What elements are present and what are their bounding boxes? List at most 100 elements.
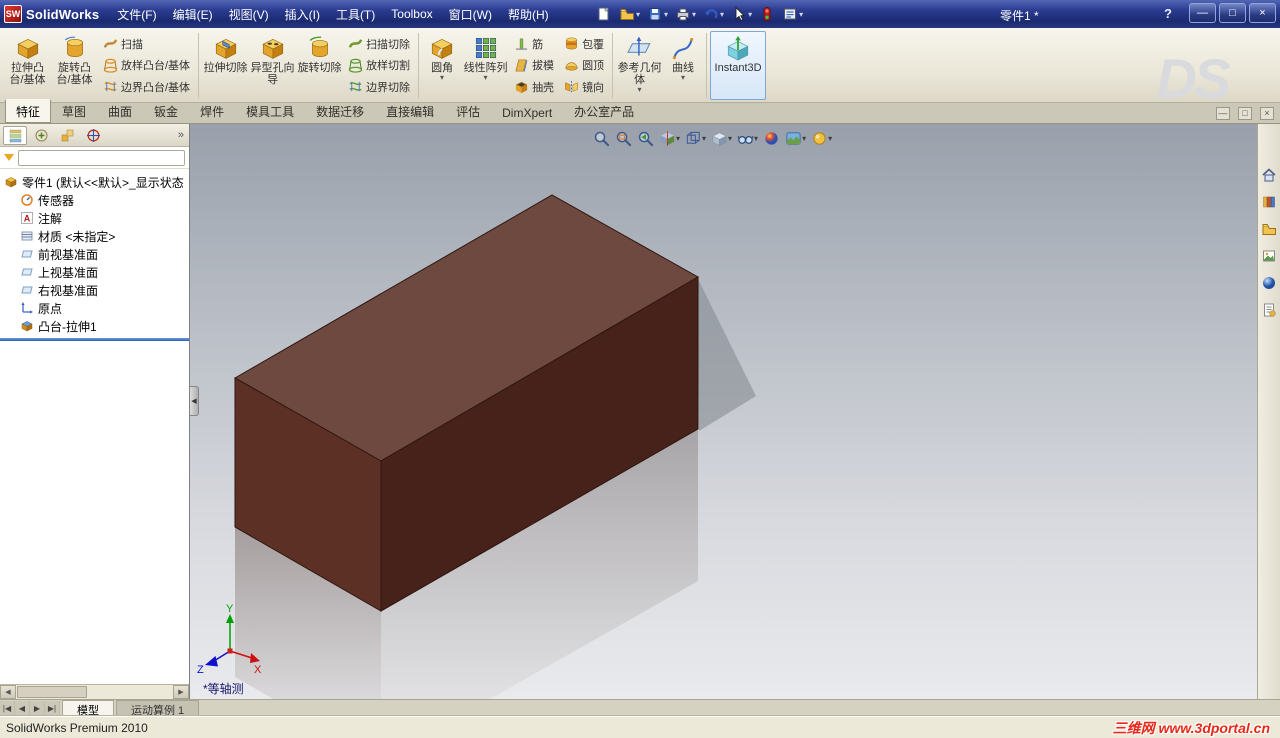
- minimize-button[interactable]: —: [1189, 3, 1216, 23]
- dropdown-caret-icon[interactable]: ▾: [692, 10, 696, 19]
- tab-direct-editing[interactable]: 直接编辑: [375, 99, 445, 123]
- dropdown-caret-icon[interactable]: ▾: [728, 134, 732, 143]
- undo-button[interactable]: ▾: [701, 3, 726, 25]
- model-tab[interactable]: 模型: [62, 700, 114, 717]
- doc-close-button[interactable]: ×: [1260, 107, 1274, 120]
- instant3d-button[interactable]: Instant3D: [710, 31, 767, 100]
- dimxpertmanager-tab[interactable]: [81, 126, 105, 145]
- display-style-button[interactable]: ▾: [710, 129, 733, 148]
- tree-item-right-plane[interactable]: 右视基准面: [0, 281, 189, 299]
- dropdown-caret-icon[interactable]: ▾: [664, 10, 668, 19]
- dropdown-caret-icon[interactable]: ▾: [802, 134, 806, 143]
- boundary-cut-button[interactable]: 边界切除: [343, 77, 415, 96]
- dropdown-caret-icon[interactable]: ▾: [676, 134, 680, 143]
- dropdown-caret-icon[interactable]: ▾: [636, 10, 640, 19]
- tree-item-front-plane[interactable]: 前视基准面: [0, 245, 189, 263]
- tab-sketch[interactable]: 草图: [51, 99, 97, 123]
- tab-office-products[interactable]: 办公室产品: [563, 99, 645, 123]
- dropdown-caret-icon[interactable]: ▾: [799, 10, 803, 19]
- select-button[interactable]: ▾: [729, 3, 754, 25]
- scrollbar-thumb[interactable]: [17, 686, 87, 698]
- previous-view-button[interactable]: [636, 129, 655, 148]
- graphics-viewport[interactable]: Y X Z ▾ ▾ ▾ ▾ ▾ ▾ *等轴测 ◀: [190, 124, 1257, 699]
- next-tab-icon[interactable]: ▶: [30, 701, 45, 716]
- new-document-button[interactable]: [594, 3, 614, 25]
- view-palette-button[interactable]: [1260, 247, 1278, 265]
- propertymanager-tab[interactable]: [29, 126, 53, 145]
- view-settings-button[interactable]: ▾: [810, 129, 833, 148]
- boundary-boss-button[interactable]: 边界凸台/基体: [98, 77, 195, 96]
- appearances-scenes-button[interactable]: [1260, 274, 1278, 292]
- tab-mold-tools[interactable]: 模具工具: [235, 99, 305, 123]
- extrude-boss-button[interactable]: 拉伸凸台/基体: [4, 31, 51, 100]
- menu-tools[interactable]: 工具(T): [328, 3, 383, 26]
- menu-edit[interactable]: 编辑(E): [165, 3, 221, 26]
- tree-item-part-root[interactable]: 零件1 (默认<<默认>_显示状态: [0, 173, 189, 191]
- help-button[interactable]: ?: [1164, 6, 1172, 21]
- first-tab-icon[interactable]: |◀: [0, 701, 15, 716]
- dropdown-caret-icon[interactable]: ▾: [681, 74, 685, 82]
- close-button[interactable]: ×: [1249, 3, 1276, 23]
- menu-toolbox[interactable]: Toolbox: [383, 4, 440, 24]
- tab-features[interactable]: 特征: [5, 99, 52, 123]
- tree-item-material[interactable]: 材质 <未指定>: [0, 227, 189, 245]
- open-button[interactable]: ▾: [617, 3, 642, 25]
- rebuild-button[interactable]: [757, 3, 777, 25]
- wrap-button[interactable]: 包覆: [559, 34, 609, 53]
- dropdown-caret-icon[interactable]: ▾: [440, 74, 444, 82]
- save-button[interactable]: ▾: [645, 3, 670, 25]
- zoom-to-fit-button[interactable]: [592, 129, 611, 148]
- shell-button[interactable]: 抽壳: [509, 77, 559, 96]
- motion-study-tab[interactable]: 运动算例 1: [116, 700, 200, 717]
- revolve-cut-button[interactable]: 旋转切除: [296, 31, 343, 100]
- mirror-button[interactable]: 镜向: [559, 77, 609, 96]
- print-button[interactable]: ▾: [673, 3, 698, 25]
- scroll-right-icon[interactable]: ▶: [173, 685, 189, 699]
- tree-item-sensors[interactable]: 传感器: [0, 191, 189, 209]
- tab-evaluate[interactable]: 评估: [445, 99, 491, 123]
- menu-view[interactable]: 视图(V): [221, 3, 277, 26]
- panel-collapse-handle[interactable]: ◀: [190, 386, 199, 416]
- configurationmanager-tab[interactable]: [55, 126, 79, 145]
- tab-surfaces[interactable]: 曲面: [97, 99, 143, 123]
- dropdown-caret-icon[interactable]: ▾: [754, 134, 758, 143]
- extrude-cut-button[interactable]: 拉伸切除: [202, 31, 249, 100]
- featuremanager-tree-tab[interactable]: [3, 125, 27, 145]
- menu-file[interactable]: 文件(F): [109, 3, 164, 26]
- edit-appearance-button[interactable]: [762, 129, 781, 148]
- sweep-cut-button[interactable]: 扫描切除: [343, 34, 415, 53]
- tree-item-origin[interactable]: 原点: [0, 299, 189, 317]
- doc-minimize-button[interactable]: —: [1216, 107, 1230, 120]
- previous-tab-icon[interactable]: ◀: [15, 701, 30, 716]
- section-view-button[interactable]: ▾: [658, 129, 681, 148]
- dropdown-caret-icon[interactable]: ▾: [638, 86, 642, 94]
- doc-restore-button[interactable]: □: [1238, 107, 1252, 120]
- file-explorer-button[interactable]: [1260, 220, 1278, 238]
- tree-item-boss-extrude1[interactable]: 凸台-拉伸1: [0, 317, 189, 335]
- dropdown-caret-icon[interactable]: ▾: [702, 134, 706, 143]
- custom-properties-button[interactable]: [1260, 301, 1278, 319]
- apply-scene-button[interactable]: ▾: [784, 129, 807, 148]
- tab-weldments[interactable]: 焊件: [189, 99, 235, 123]
- loft-boss-button[interactable]: 放样凸台/基体: [98, 56, 195, 75]
- menu-insert[interactable]: 插入(I): [277, 3, 328, 26]
- tree-filter-input[interactable]: [18, 149, 185, 166]
- tree-item-top-plane[interactable]: 上视基准面: [0, 263, 189, 281]
- reference-geometry-button[interactable]: 参考几何体 ▾: [616, 31, 663, 100]
- tab-sheet-metal[interactable]: 钣金: [143, 99, 189, 123]
- tree-item-annotations[interactable]: A 注解: [0, 209, 189, 227]
- fillet-button[interactable]: 圆角 ▾: [422, 31, 462, 100]
- linear-pattern-button[interactable]: 线性阵列 ▾: [462, 31, 509, 100]
- dropdown-caret-icon[interactable]: ▾: [828, 134, 832, 143]
- rollback-bar[interactable]: [0, 338, 189, 341]
- scroll-left-icon[interactable]: ◀: [0, 685, 16, 699]
- panel-overflow-chevron-icon[interactable]: »: [178, 129, 186, 141]
- dropdown-caret-icon[interactable]: ▾: [748, 10, 752, 19]
- dropdown-caret-icon[interactable]: ▾: [720, 10, 724, 19]
- hole-wizard-button[interactable]: 异型孔向导: [249, 31, 296, 100]
- revolve-boss-button[interactable]: 旋转凸台/基体: [51, 31, 98, 100]
- dome-button[interactable]: 圆顶: [559, 56, 609, 75]
- last-tab-icon[interactable]: ▶|: [45, 701, 60, 716]
- loft-cut-button[interactable]: 放样切割: [343, 56, 415, 75]
- hide-show-items-button[interactable]: ▾: [736, 129, 759, 148]
